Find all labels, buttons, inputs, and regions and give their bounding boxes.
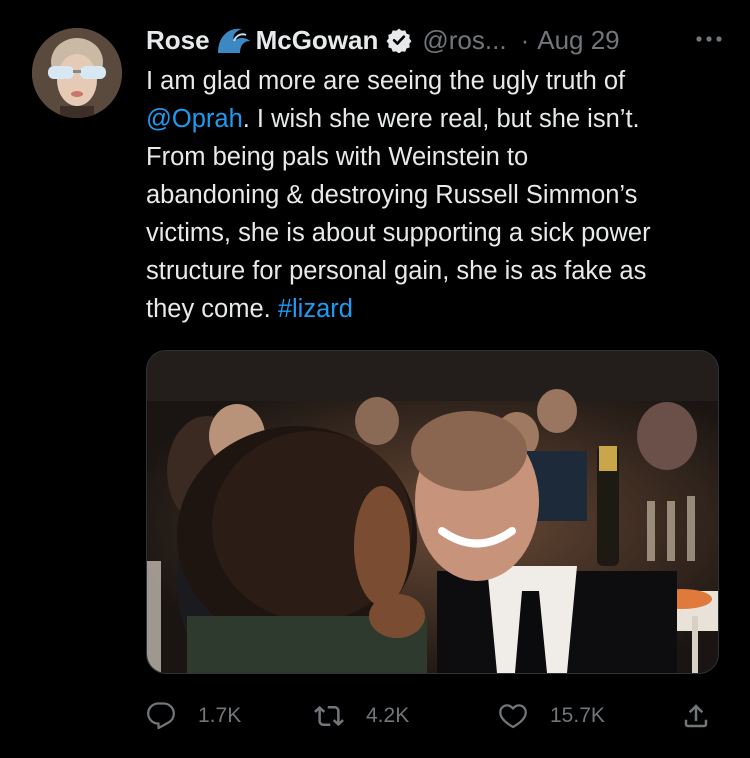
tweet-text-line: @Oprah. I wish she were real, but she is… (146, 100, 726, 138)
tweet-text-line: abandoning & destroying Russell Simmon’s (146, 181, 638, 209)
tweet-text-line: they come. #lizard (146, 290, 726, 328)
hashtag-link[interactable]: #lizard (278, 295, 353, 323)
tweet-text-line: I am glad more are seeing the ugly truth… (146, 67, 626, 95)
avatar-image (32, 28, 122, 118)
user-name-suffix[interactable]: McGowan (256, 25, 379, 56)
wave-emoji-icon (217, 28, 250, 53)
share-icon (684, 704, 708, 728)
tweet-media[interactable] (146, 350, 719, 674)
reply-icon (147, 702, 175, 730)
retweet-icon (314, 705, 344, 727)
tweet-actions: 1.7K 4.2K 15.7K (146, 696, 726, 736)
separator: · (520, 24, 530, 55)
tweet-header: Rose McGowan @ros... · Aug 29 (146, 20, 726, 60)
tweet-date[interactable]: Aug 29 (537, 25, 619, 56)
avatar[interactable] (32, 28, 122, 118)
tweet-text-line: From being pals with Weinstein to (146, 143, 529, 171)
mention-link[interactable]: @Oprah (146, 105, 243, 133)
tweet-text-line: structure for personal gain, she is as f… (146, 257, 647, 285)
tweet-text-segment: they come. (146, 295, 278, 323)
share-button[interactable] (681, 696, 711, 736)
retweet-button[interactable]: 4.2K (314, 696, 409, 736)
tweet-text: I am glad more are seeing the ugly truth… (146, 62, 726, 328)
media-photo (147, 351, 718, 673)
retweet-count: 4.2K (366, 704, 410, 727)
reply-button[interactable]: 1.7K (146, 696, 241, 736)
user-handle[interactable]: @ros... (422, 25, 506, 56)
user-name[interactable]: Rose (146, 25, 210, 56)
tweet-text-line: victims, she is about supporting a sick … (146, 219, 651, 247)
like-button[interactable]: 15.7K (498, 696, 605, 736)
like-icon (499, 704, 527, 729)
reply-count: 1.7K (198, 704, 242, 727)
more-icon[interactable] (692, 24, 726, 54)
tweet[interactable]: Rose McGowan @ros... · Aug 29 I am glad … (0, 0, 750, 758)
verified-icon (386, 28, 412, 53)
like-count: 15.7K (550, 704, 605, 727)
tweet-text-segment: . I wish she were real, but she isn’t. (242, 105, 640, 133)
